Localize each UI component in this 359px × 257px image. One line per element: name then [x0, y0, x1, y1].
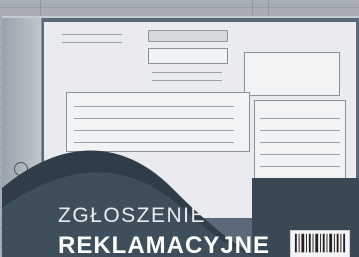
form-field-line [74, 106, 234, 107]
form-field-line [260, 166, 340, 167]
form-header-tab [148, 30, 228, 42]
cover-title-line1: ZGŁOSZENIE [58, 204, 207, 227]
form-book-cover: ZGŁOSZENIE REKLAMACYJNE [2, 16, 359, 257]
form-field-line [260, 142, 340, 143]
form-field-line [152, 80, 222, 81]
form-field-line [260, 154, 340, 155]
form-field-line [62, 42, 122, 43]
form-box [148, 48, 228, 64]
form-field-line [62, 34, 122, 35]
form-field-line [260, 130, 340, 131]
form-field-line [74, 118, 234, 119]
barcode-icon [290, 230, 350, 257]
form-field-line [260, 118, 340, 119]
form-box [244, 52, 340, 96]
form-field-line [152, 72, 222, 73]
cover-title-line2: REKLAMACYJNE [58, 232, 271, 257]
